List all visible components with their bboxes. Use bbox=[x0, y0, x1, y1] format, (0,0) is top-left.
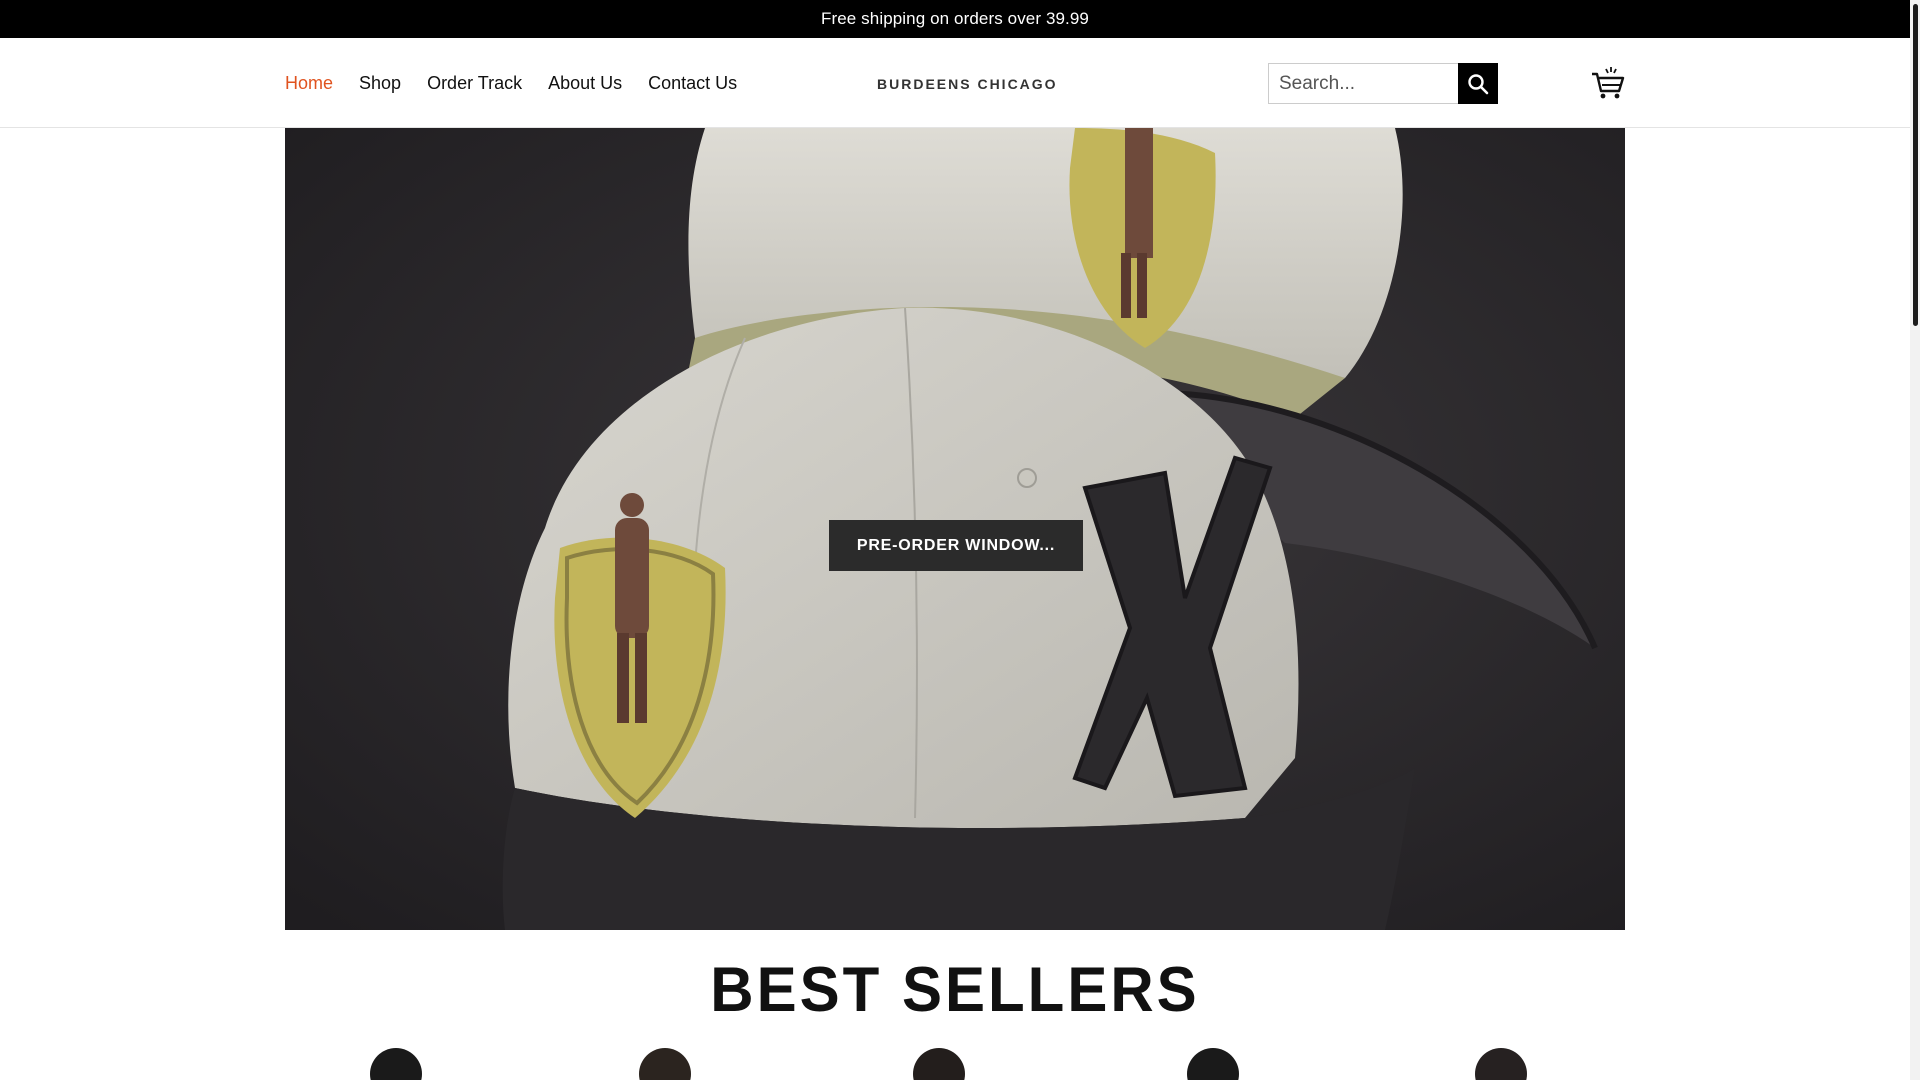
search-icon bbox=[1468, 73, 1489, 94]
product-image[interactable] bbox=[1475, 1048, 1527, 1080]
pre-order-button[interactable]: PRE-ORDER WINDOW... bbox=[829, 520, 1083, 571]
best-sellers-title: BEST SELLERS bbox=[710, 954, 1200, 1025]
page-scrollbar[interactable] bbox=[1910, 0, 1920, 1080]
logo-text: BURDEENS CHICAGO bbox=[877, 76, 1058, 92]
cart-icon bbox=[1592, 67, 1625, 99]
search-button[interactable] bbox=[1458, 63, 1498, 104]
hero-banner[interactable]: PRE-ORDER WINDOW... bbox=[285, 128, 1625, 930]
announcement-text: Free shipping on orders over 39.99 bbox=[820, 9, 1089, 28]
nav-shop[interactable]: Shop bbox=[359, 73, 401, 94]
nav-home[interactable]: Home bbox=[285, 73, 333, 94]
main-nav: Home Shop Order Track About Us Contact U… bbox=[285, 38, 737, 128]
best-sellers-row bbox=[285, 1040, 1625, 1080]
nav-about-us[interactable]: About Us bbox=[548, 73, 622, 94]
product-image[interactable] bbox=[1187, 1048, 1239, 1080]
product-image[interactable] bbox=[639, 1048, 691, 1080]
nav-contact-us[interactable]: Contact Us bbox=[648, 73, 737, 94]
product-image[interactable] bbox=[913, 1048, 965, 1080]
site-logo[interactable]: BURDEENS CHICAGO bbox=[877, 38, 1058, 130]
site-header: Home Shop Order Track About Us Contact U… bbox=[0, 38, 1910, 128]
cart-button[interactable] bbox=[1590, 65, 1626, 101]
announcement-bar: Free shipping on orders over 39.99 bbox=[0, 0, 1910, 38]
scrollbar-thumb[interactable] bbox=[1913, 4, 1918, 326]
search-input[interactable] bbox=[1268, 63, 1458, 104]
search-form bbox=[1268, 63, 1498, 104]
nav-order-track[interactable]: Order Track bbox=[427, 73, 522, 94]
product-image[interactable] bbox=[370, 1048, 422, 1080]
